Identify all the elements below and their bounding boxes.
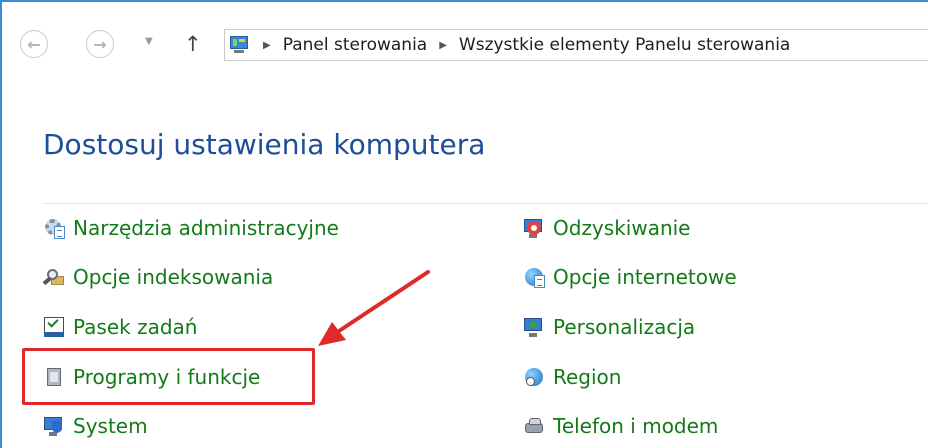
personalization-icon: [523, 316, 545, 338]
back-arrow-icon: ←: [27, 34, 41, 54]
item-label[interactable]: Personalizacja: [553, 315, 695, 339]
item-system[interactable]: System: [43, 411, 148, 441]
item-label[interactable]: Pasek zadań: [73, 315, 197, 339]
item-admin-tools[interactable]: Narzędzia administracyjne: [43, 213, 339, 243]
navigation-bar: ← → ▼ ↑ ▶ Panel sterowania ▶ Wszystkie e…: [2, 2, 928, 88]
taskbar-icon: [43, 316, 65, 338]
title-divider: [43, 203, 928, 204]
item-label[interactable]: Opcje internetowe: [553, 265, 737, 289]
item-label[interactable]: Odzyskiwanie: [553, 216, 690, 240]
item-label[interactable]: Opcje indeksowania: [73, 265, 273, 289]
admin-tools-icon: [43, 217, 65, 239]
internet-options-icon: [523, 266, 545, 288]
item-taskbar[interactable]: Pasek zadań: [43, 312, 197, 342]
item-region[interactable]: Region: [523, 362, 621, 392]
forward-button[interactable]: →: [86, 30, 114, 58]
item-personalization[interactable]: Personalizacja: [523, 312, 695, 342]
system-icon: [43, 415, 65, 437]
highlight-box: [22, 348, 315, 405]
up-button[interactable]: ↑: [184, 30, 202, 58]
item-label[interactable]: Telefon i modem: [553, 414, 718, 438]
indexing-options-icon: [42, 266, 65, 288]
item-internet-options[interactable]: Opcje internetowe: [523, 262, 737, 292]
page-title: Dostosuj ustawienia komputera: [43, 128, 486, 161]
item-label[interactable]: System: [73, 414, 148, 438]
region-icon: [523, 366, 545, 388]
control-panel-icon: [229, 35, 251, 55]
recent-locations-dropdown[interactable]: ▼: [145, 36, 153, 47]
item-label[interactable]: Narzędzia administracyjne: [73, 216, 339, 240]
phone-modem-icon: [523, 415, 545, 437]
address-bar[interactable]: ▶ Panel sterowania ▶ Wszystkie elementy …: [224, 29, 928, 61]
breadcrumb-panel-sterowania[interactable]: Panel sterowania: [283, 35, 428, 55]
forward-arrow-icon: →: [93, 34, 107, 54]
recovery-icon: [523, 217, 545, 239]
breadcrumb-separator-icon[interactable]: ▶: [439, 40, 447, 51]
up-arrow-icon: ↑: [184, 32, 202, 56]
back-button[interactable]: ←: [20, 30, 48, 58]
item-label[interactable]: Region: [553, 365, 621, 389]
chevron-down-icon: ▼: [145, 36, 153, 47]
breadcrumb-separator-icon[interactable]: ▶: [263, 40, 271, 51]
item-recovery[interactable]: Odzyskiwanie: [523, 213, 690, 243]
item-phone-modem[interactable]: Telefon i modem: [523, 411, 718, 441]
breadcrumb-all-items[interactable]: Wszystkie elementy Panelu sterowania: [459, 35, 790, 55]
item-indexing-options[interactable]: Opcje indeksowania: [42, 262, 273, 292]
